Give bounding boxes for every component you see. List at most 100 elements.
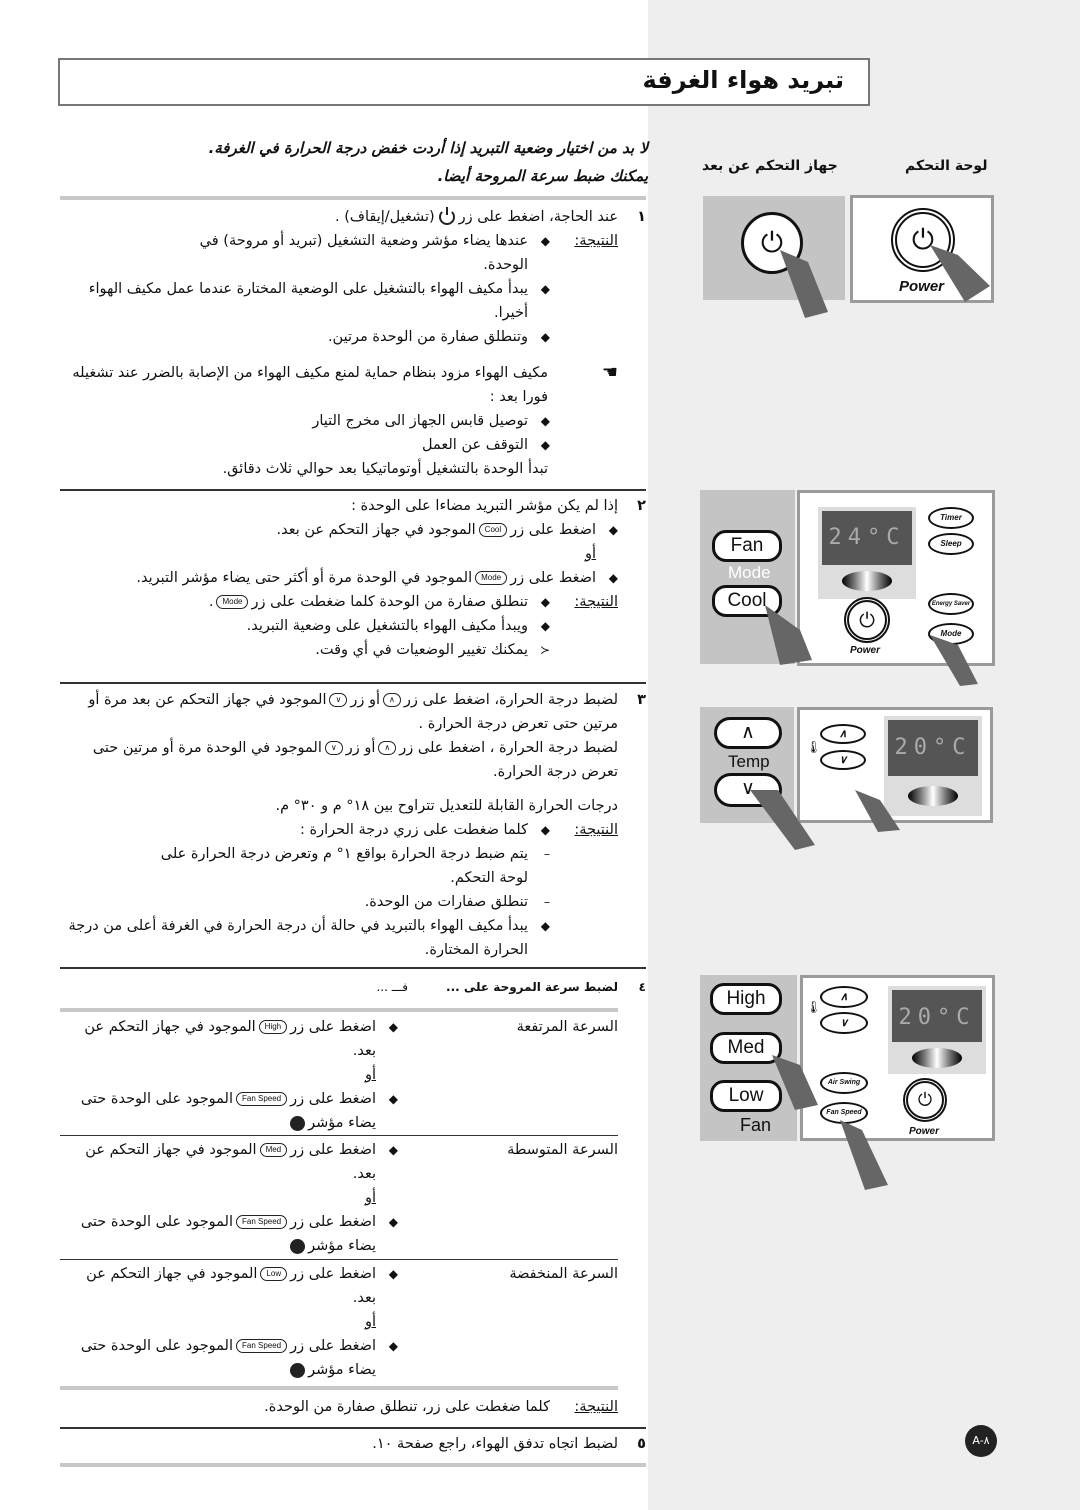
result-label: النتيجة: <box>574 1399 618 1415</box>
text: اضغط على زر <box>290 1266 376 1282</box>
text: اضغط على زر <box>510 570 596 586</box>
divider <box>60 1135 618 1136</box>
text: اضغط على زر <box>290 1019 376 1035</box>
sleep-button[interactable]: Sleep <box>928 533 974 555</box>
text: (تشغيل/إيقاف) . <box>335 209 435 225</box>
remote-med-button[interactable]: Med <box>710 1032 782 1064</box>
diamond-bullet-icon: ◆ <box>540 619 550 633</box>
unit-temp-down-button[interactable]: ∨ <box>820 750 866 770</box>
timer-button[interactable]: Timer <box>928 507 974 529</box>
temperature-display: 24°C <box>822 511 912 565</box>
unit-power-button[interactable]: ⏻ <box>891 208 955 272</box>
unit-temp-up-button[interactable]: ∧ <box>820 724 866 744</box>
diamond-bullet-icon: ◆ <box>388 1092 398 1106</box>
temperature-display: 20°C <box>888 720 978 776</box>
text: اضغط على زر <box>290 1338 376 1354</box>
step-4-result: النتيجة: كلما ضغطت على زر، تنطلق صفارة من… <box>60 1395 646 1419</box>
page-title: تبريد هواء الغرفة <box>58 58 870 106</box>
remote-power-button[interactable]: ⏻ <box>741 212 803 274</box>
diamond-bullet-icon: ◆ <box>540 438 550 452</box>
fan-label: Fan <box>740 1115 772 1135</box>
power-label: Power <box>899 278 945 295</box>
divider <box>60 1386 618 1390</box>
power-label: Power <box>850 645 881 656</box>
step-5: ٥ لضبط اتجاه تدفق الهواء، راجع صفحة ١٠. <box>60 1432 646 1456</box>
diamond-bullet-icon: ◆ <box>388 1215 398 1229</box>
remote-high-button[interactable]: High <box>710 983 782 1015</box>
unit-power-panel: ⏻ Power <box>850 195 994 303</box>
or-label: أو <box>364 1067 376 1083</box>
pointing-hand-icon: ☚ <box>601 362 618 383</box>
diamond-bullet-icon: ◆ <box>540 414 550 428</box>
speed-label: السرعة المتوسطة <box>507 1142 618 1158</box>
unit-power-button[interactable]: ⏻ <box>844 597 890 643</box>
unit-temp-down-button[interactable]: ∨ <box>820 1012 868 1034</box>
unit-panel-heading: لوحة التحكم <box>905 158 988 174</box>
step-number: ٥ <box>637 1436 646 1452</box>
remote-heading: جهاز التحكم عن بعد <box>702 158 838 174</box>
result-item: يبدأ مكيف الهواء بالتشغيل على الوضعية ال… <box>88 281 528 321</box>
or-label: أو <box>364 1190 376 1206</box>
result-item: تنطلق صفارة من الوحدة كلما ضغطت على زرMo… <box>60 590 528 614</box>
fan-mode-button[interactable]: Fan <box>712 530 782 562</box>
remote-mode-panel: Fan Mode Cool <box>700 490 795 664</box>
sensor-window <box>908 786 958 806</box>
step-text: اضغط على زرFan Speedالموجود على الوحدة ح… <box>60 1087 376 1135</box>
thermometer-icon: 🌡 <box>806 1000 822 1014</box>
temp-down-button-icon: ∨ <box>329 693 348 707</box>
divider <box>60 1463 646 1467</box>
step-text: اضغط على زرFan Speedالموجود على الوحدة ح… <box>60 1210 376 1258</box>
remote-low-button[interactable]: Low <box>710 1080 782 1112</box>
unit-temp-up-button[interactable]: ∧ <box>820 986 868 1008</box>
temp-up-button-icon: ∧ <box>383 693 401 707</box>
text: اضغط على زر <box>290 1091 376 1107</box>
text: اضغط على زر <box>510 522 596 538</box>
fan-indicator-icon <box>290 1238 306 1254</box>
air-swing-button[interactable]: Air Swing <box>820 1072 868 1094</box>
diamond-bullet-icon: ◆ <box>388 1267 398 1281</box>
fan-speed-button[interactable]: Fan Speed <box>820 1102 868 1124</box>
speed-label: السرعة المرتفعة <box>516 1019 618 1035</box>
step-text: لضبط درجة الحرارة، اضغط على زر∧أو زر∨الم… <box>60 688 618 736</box>
step-text: إذا لم يكن مؤشر التبريد مضاءا على الوحدة… <box>351 498 618 514</box>
step-text: اضغط على زرCoolالموجود في جهاز التحكم عن… <box>60 518 596 542</box>
temp-up-button-icon: ∧ <box>378 741 397 755</box>
remote-temp-up-button[interactable]: ∧ <box>714 717 782 749</box>
diamond-bullet-icon: ◆ <box>388 1143 398 1157</box>
unit-mode-button[interactable]: Mode <box>928 623 974 645</box>
step-text: عند الحاجة، اضغط على زر (تشغيل/إيقاف) . <box>60 205 618 229</box>
diamond-bullet-icon: ◆ <box>540 823 550 837</box>
fan-speed-med: السرعة المتوسطة ◆ اضغط على زرMedالموجود في… <box>60 1138 646 1258</box>
unit-power-button[interactable]: ⏻ <box>903 1078 947 1122</box>
energy-saver-button[interactable]: Energy Saver <box>928 593 974 615</box>
diamond-bullet-icon: ◆ <box>388 1020 398 1034</box>
text: الموجود في جهاز التحكم عن بعد. <box>276 522 476 538</box>
diamond-bullet-icon: ◆ <box>608 571 618 585</box>
text: الموجود في الوحدة مرة أو أكثر حتى يضاء م… <box>136 570 473 586</box>
result-subitem: تنطلق صفارات من الوحدة. <box>364 894 528 910</box>
note-item: التوقف عن العمل <box>422 437 528 453</box>
divider <box>60 1427 646 1429</box>
unit-temp-panel: ∧ ∨ 🌡 20°C <box>797 707 993 823</box>
note-text: تبدأ الوحدة بالتشغيل أوتوماتيكيا بعد حوا… <box>222 461 548 477</box>
result-item: وتنطلق صفارة من الوحدة مرتين. <box>327 329 528 345</box>
or-label: أو <box>364 1314 376 1330</box>
result-label: النتيجة: <box>574 233 618 249</box>
temp-label: Temp <box>728 752 770 771</box>
page-number-badge: A-٨ <box>965 1425 997 1457</box>
fan-speed-button-icon: Fan Speed <box>235 1092 288 1106</box>
high-button-icon: High <box>258 1020 288 1034</box>
cool-mode-button[interactable]: Cool <box>712 585 782 617</box>
tip-arrow-icon: ≺ <box>539 643 550 657</box>
fan-speed-button-icon: Fan Speed <box>235 1339 288 1353</box>
text: أو زر <box>345 740 376 756</box>
display-area: 20°C <box>888 986 986 1074</box>
step-number: ٢ <box>637 498 646 514</box>
remote-temp-down-button[interactable]: ∨ <box>714 773 782 807</box>
power-label: Power <box>909 1126 940 1137</box>
sensor-window <box>842 571 892 591</box>
tip-text: يمكنك تغيير الوضعيات في أي وقت. <box>315 642 528 658</box>
divider <box>60 1259 618 1260</box>
step-text: لضبط سرعة المروحة على ... <box>446 980 618 994</box>
cool-button-icon: Cool <box>478 523 508 537</box>
